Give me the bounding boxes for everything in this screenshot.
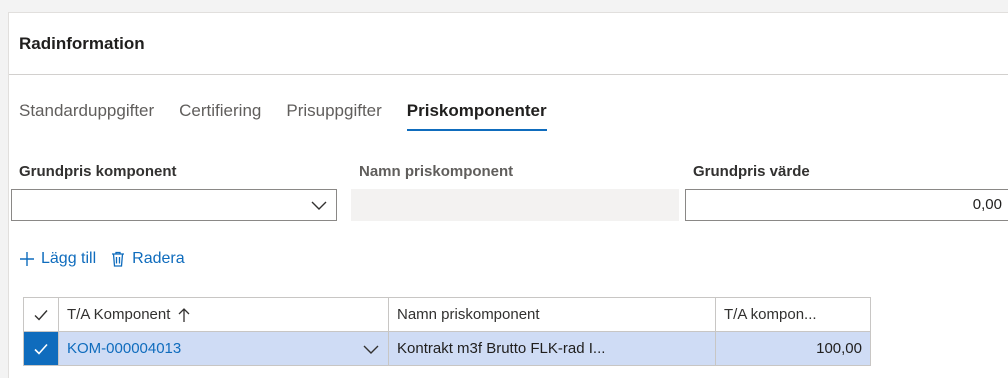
delete-button[interactable]: Radera (110, 250, 185, 268)
component-name-label: Namn priskomponent (359, 163, 514, 180)
checkmark-icon (34, 309, 48, 321)
column-header-component[interactable]: T/A Komponent (58, 297, 389, 332)
tab-strip: Standarduppgifter Certifiering Prisuppgi… (19, 101, 572, 131)
panel-title: Radinformation (19, 33, 145, 53)
column-header-component-label: T/A Komponent (67, 306, 171, 323)
tab-price-details[interactable]: Prisuppgifter (286, 101, 381, 131)
row-component-cell[interactable]: KOM-000004013 (58, 331, 389, 366)
plus-icon (20, 252, 34, 266)
line-details-panel: Radinformation Standarduppgifter Certifi… (8, 12, 1008, 378)
row-component-link[interactable]: KOM-000004013 (67, 340, 181, 357)
grid-toolbar: Lägg till Radera (19, 250, 199, 268)
column-header-name[interactable]: Namn priskomponent (388, 297, 716, 332)
base-component-dropdown[interactable] (11, 189, 337, 221)
sort-ascending-icon (178, 307, 190, 322)
trash-icon (112, 251, 125, 267)
tab-price-components[interactable]: Priskomponenter (406, 101, 547, 131)
base-component-label: Grundpris komponent (19, 163, 177, 180)
row-name-cell[interactable]: Kontrakt m3f Brutto FLK-rad I... (388, 331, 716, 366)
tab-standard-details[interactable]: Standarduppgifter (19, 101, 154, 131)
table-row[interactable]: KOM-000004013 Kontrakt m3f Brutto FLK-ra… (23, 331, 871, 366)
base-value-input[interactable]: 0,00 (685, 189, 1008, 221)
panel-header[interactable]: Radinformation (9, 13, 1008, 75)
row-checkbox[interactable] (23, 331, 59, 366)
row-value-cell[interactable]: 100,00 (715, 331, 871, 366)
grid-header: T/A Komponent Namn priskomponent T/A kom… (23, 297, 871, 332)
price-components-grid: T/A Komponent Namn priskomponent T/A kom… (23, 297, 871, 366)
checkmark-icon (34, 343, 48, 355)
component-name-field (351, 189, 679, 221)
column-header-value[interactable]: T/A kompon... (715, 297, 871, 332)
base-value-label: Grundpris värde (693, 163, 810, 180)
chevron-down-icon (311, 201, 327, 210)
chevron-down-icon[interactable] (362, 340, 380, 358)
select-all-checkbox[interactable] (23, 297, 59, 332)
add-button-label: Lägg till (41, 250, 97, 267)
tab-certification[interactable]: Certifiering (179, 101, 261, 131)
add-button[interactable]: Lägg till (19, 250, 96, 268)
delete-button-label: Radera (132, 250, 185, 267)
